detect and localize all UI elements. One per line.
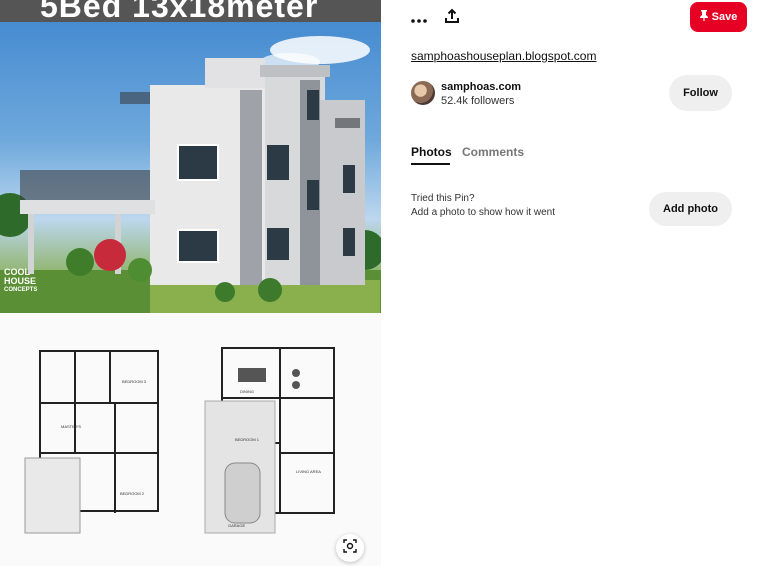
follower-count: 52.4k followers xyxy=(441,95,515,107)
creator-name[interactable]: samphoas.com xyxy=(441,81,521,93)
svg-text:BEDROOM 3: BEDROOM 3 xyxy=(122,379,147,384)
more-horizontal-icon xyxy=(411,10,427,28)
pin-image[interactable]: 5Bed 13x18meter COOL HOUSE CONCEPTS BEDR… xyxy=(0,0,381,566)
title-band: 5Bed 13x18meter xyxy=(0,0,381,22)
pin-icon xyxy=(699,10,708,24)
tried-pin-question: Tried this Pin? xyxy=(411,193,475,204)
brand-watermark: COOL HOUSE CONCEPTS xyxy=(4,267,38,294)
follow-button[interactable]: Follow xyxy=(669,75,732,111)
svg-text:MASTER'S: MASTER'S xyxy=(61,424,81,429)
svg-text:GARAGE: GARAGE xyxy=(228,523,245,528)
more-options-button[interactable] xyxy=(407,7,431,31)
save-label: Save xyxy=(711,11,738,23)
add-photo-button[interactable]: Add photo xyxy=(649,192,732,226)
share-upload-icon xyxy=(444,8,460,29)
save-button[interactable]: Save xyxy=(690,2,747,32)
active-tab-indicator xyxy=(411,163,450,165)
avatar[interactable] xyxy=(411,81,435,105)
svg-text:BEDROOM 2: BEDROOM 2 xyxy=(120,491,145,496)
visual-search-button[interactable] xyxy=(336,534,364,562)
tab-photos[interactable]: Photos xyxy=(411,145,452,159)
visual-search-icon xyxy=(343,538,357,558)
image-title-text: 5Bed 13x18meter xyxy=(40,0,319,22)
share-button[interactable] xyxy=(440,6,464,30)
svg-text:DINING: DINING xyxy=(240,389,254,394)
svg-text:LIVING AREA: LIVING AREA xyxy=(296,469,321,474)
floor-plans-image: BEDROOM 3 MASTER'S BEDROOM 2 DINING BEDR… xyxy=(0,313,381,566)
source-link[interactable]: samphoashouseplan.blogspot.com xyxy=(411,49,596,63)
tab-comments[interactable]: Comments xyxy=(462,145,524,159)
tried-pin-hint: Add a photo to show how it went xyxy=(411,207,555,218)
svg-text:BEDROOM 1: BEDROOM 1 xyxy=(235,437,260,442)
house-render-image: 5Bed 13x18meter COOL HOUSE CONCEPTS xyxy=(0,0,381,313)
